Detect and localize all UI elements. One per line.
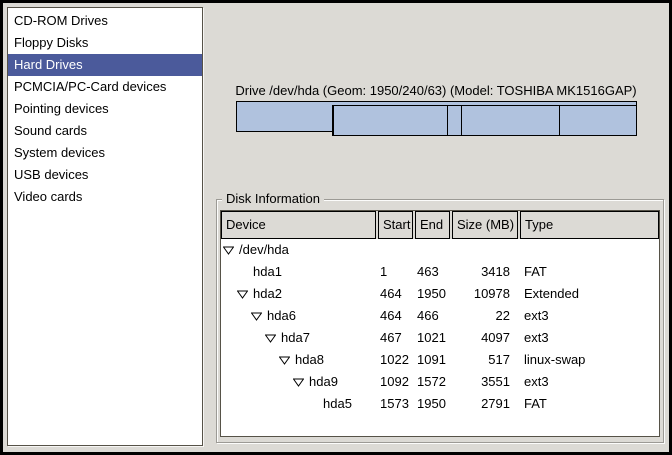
disk-information-label: Disk Information — [222, 191, 324, 207]
size-cell: 10978 — [452, 283, 518, 305]
end-cell: 1950 — [415, 393, 450, 415]
expander-triangle-icon[interactable] — [279, 356, 290, 365]
expander-triangle-icon[interactable] — [293, 378, 304, 387]
size-cell: 2791 — [452, 393, 518, 415]
hardware-browser-window: CD-ROM DrivesFloppy DisksHard DrivesPCMC… — [0, 0, 672, 455]
table-row-hda8[interactable]: hda8 10221091517linux-swap — [221, 349, 659, 371]
start-cell: 1022 — [378, 349, 413, 371]
type-cell: linux-swap — [520, 349, 659, 371]
end-cell: 466 — [415, 305, 450, 327]
sidebar-item-system-devices[interactable]: System devices — [8, 142, 202, 164]
device-cell: hda1 — [221, 261, 376, 283]
sidebar-item-floppy-disks[interactable]: Floppy Disks — [8, 32, 202, 54]
column-header-end[interactable]: End — [415, 211, 450, 239]
sidebar-item-pointing-devices[interactable]: Pointing devices — [8, 98, 202, 120]
start-cell: 1573 — [378, 393, 413, 415]
size-cell: 517 — [452, 349, 518, 371]
table-row-hda9[interactable]: hda9 109215723551ext3 — [221, 371, 659, 393]
sidebar-item-cd-rom-drives[interactable]: CD-ROM Drives — [8, 10, 202, 32]
device-name: hda1 — [253, 261, 282, 283]
table-row--dev-hda[interactable]: /dev/hda — [221, 239, 659, 261]
disk-information-table: Device Start End Size (MB) Type /dev/hda… — [220, 210, 660, 437]
expander-triangle-icon[interactable] — [237, 290, 248, 299]
column-header-start[interactable]: Start — [378, 211, 413, 239]
device-name: hda2 — [253, 283, 282, 305]
end-cell: 463 — [415, 261, 450, 283]
partition-divider — [559, 106, 560, 135]
sidebar-item-video-cards[interactable]: Video cards — [8, 186, 202, 208]
sidebar-item-pcmcia-pc-card-devices[interactable]: PCMCIA/PC-Card devices — [8, 76, 202, 98]
end-cell: 1572 — [415, 371, 450, 393]
type-cell: FAT — [520, 261, 659, 283]
table-row-hda6[interactable]: hda6 46446622ext3 — [221, 305, 659, 327]
device-category-list: CD-ROM DrivesFloppy DisksHard DrivesPCMC… — [7, 7, 203, 446]
table-row-hda7[interactable]: hda7 46710214097ext3 — [221, 327, 659, 349]
table-body: /dev/hdahda114633418FAThda2464195010978E… — [221, 239, 659, 415]
column-header-type[interactable]: Type — [520, 211, 659, 239]
partition-divider — [333, 106, 334, 135]
start-cell — [378, 239, 413, 261]
type-cell: FAT — [520, 393, 659, 415]
device-cell: hda5 — [221, 393, 376, 415]
end-cell: 1091 — [415, 349, 450, 371]
type-cell — [520, 239, 659, 261]
type-cell: ext3 — [520, 371, 659, 393]
start-cell: 467 — [378, 327, 413, 349]
sidebar-item-sound-cards[interactable]: Sound cards — [8, 120, 202, 142]
size-cell: 3418 — [452, 261, 518, 283]
end-cell: 1021 — [415, 327, 450, 349]
type-cell: ext3 — [520, 327, 659, 349]
table-row-hda1[interactable]: hda1 14633418FAT — [221, 261, 659, 283]
disk-information-frame: Disk Information Device Start End Size (… — [216, 199, 664, 443]
device-name: hda7 — [281, 327, 310, 349]
partition-bar — [236, 101, 637, 132]
device-cell: hda7 — [221, 327, 376, 349]
table-row-hda2[interactable]: hda2 464195010978Extended — [221, 283, 659, 305]
drive-title: Drive /dev/hda (Geom: 1950/240/63) (Mode… — [220, 83, 652, 99]
start-cell: 1 — [378, 261, 413, 283]
table-row-hda5[interactable]: hda5 157319502791FAT — [221, 393, 659, 415]
size-cell: 22 — [452, 305, 518, 327]
start-cell: 464 — [378, 305, 413, 327]
table-header-row: Device Start End Size (MB) Type — [221, 211, 659, 239]
expander-triangle-icon[interactable] — [265, 334, 276, 343]
column-header-size[interactable]: Size (MB) — [452, 211, 518, 239]
start-cell: 464 — [378, 283, 413, 305]
device-cell: hda9 — [221, 371, 376, 393]
size-cell: 4097 — [452, 327, 518, 349]
type-cell: ext3 — [520, 305, 659, 327]
size-cell: 3551 — [452, 371, 518, 393]
start-cell: 1092 — [378, 371, 413, 393]
end-cell: 1950 — [415, 283, 450, 305]
extended-partition-segment — [332, 105, 637, 136]
device-cell: hda6 — [221, 305, 376, 327]
end-cell — [415, 239, 450, 261]
expander-triangle-icon[interactable] — [251, 312, 262, 321]
expander-triangle-icon[interactable] — [223, 246, 234, 255]
partition-divider — [461, 106, 462, 135]
device-name: hda8 — [295, 349, 324, 371]
type-cell: Extended — [520, 283, 659, 305]
device-name: hda6 — [267, 305, 296, 327]
column-header-device[interactable]: Device — [221, 211, 376, 239]
sidebar-item-hard-drives[interactable]: Hard Drives — [8, 54, 202, 76]
size-cell — [452, 239, 518, 261]
device-name: hda5 — [323, 393, 352, 415]
partition-divider — [447, 106, 448, 135]
device-cell: hda8 — [221, 349, 376, 371]
device-name: /dev/hda — [239, 239, 289, 261]
device-cell: hda2 — [221, 283, 376, 305]
sidebar-item-usb-devices[interactable]: USB devices — [8, 164, 202, 186]
device-cell: /dev/hda — [221, 239, 376, 261]
device-name: hda9 — [309, 371, 338, 393]
